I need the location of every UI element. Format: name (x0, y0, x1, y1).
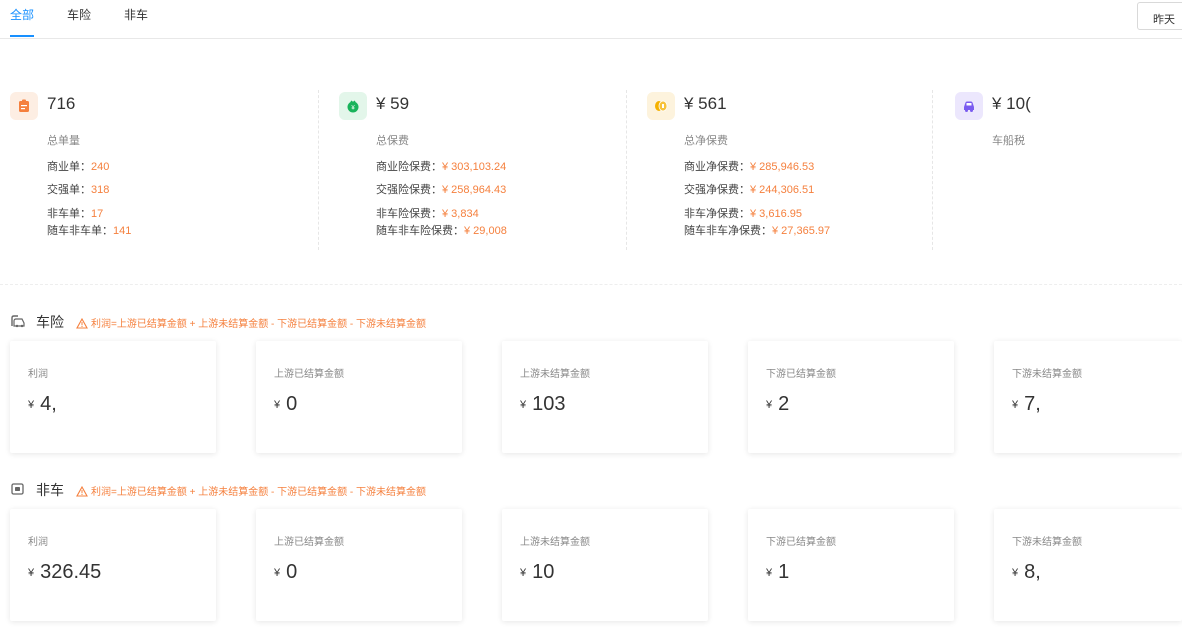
summary-line: 随车非车单：141 (47, 225, 132, 237)
stat-card-profit: 利润 ¥326.45 (10, 509, 216, 621)
section-header-non-car: 非车 利润=上游已结算金额 + 上游未结算金额 - 下游已结算金额 - 下游未结… (10, 479, 510, 499)
warning-icon (76, 485, 88, 497)
stat-card-upstream-unsettled: 上游未结算金额 ¥10 (502, 509, 708, 621)
summary-value: ¥ 561 (684, 94, 727, 113)
stat-card-upstream-unsettled: 上游未结算金额 ¥103 (502, 341, 708, 453)
stat-card-upstream-settled: 上游已结算金额 ¥0 (256, 341, 462, 453)
summary-line: 非车单：17 (47, 208, 104, 220)
clipboard-icon (10, 92, 38, 120)
card-label: 下游未结算金额 (1012, 369, 1082, 380)
summary-line: 交强险保费：¥ 258,964.43 (376, 184, 507, 196)
tab-all[interactable]: 全部 (10, 6, 34, 23)
money-bag-icon: ¥ (339, 92, 367, 120)
card-value: ¥10 (520, 561, 555, 583)
summary-total-premium: ¥ ¥ 59 总保费 商业险保费：¥ 303,103.24 交强险保费：¥ 25… (339, 88, 619, 253)
summary-line: 商业净保费：¥ 285,946.53 (684, 161, 815, 173)
card-label: 上游未结算金额 (520, 537, 590, 548)
stat-card-upstream-settled: 上游已结算金额 ¥0 (256, 509, 462, 621)
summary-line: 商业单：240 (47, 161, 110, 173)
card-label: 上游已结算金额 (274, 369, 344, 380)
stat-card-downstream-unsettled: 下游未结算金额 ¥7, (994, 341, 1182, 453)
section-title: 非车 (36, 482, 64, 498)
summary-total-orders: 716 总单量 商业单：240 交强单：318 非车单：17 随车非车单：141 (10, 88, 300, 253)
summary-vehicle-tax: ¥ 10( 车船税 (955, 88, 1040, 253)
card-value: ¥326.45 (28, 561, 102, 583)
card-label: 上游已结算金额 (274, 537, 344, 548)
stat-card-downstream-unsettled: 下游未结算金额 ¥8, (994, 509, 1182, 621)
summary-panel: 716 总单量 商业单：240 交强单：318 非车单：17 随车非车单：141… (0, 80, 1182, 285)
summary-line: 随车非车净保费：¥ 27,365.97 (684, 225, 831, 237)
stat-card-profit: 利润 ¥4, (10, 341, 216, 453)
date-filter-button[interactable]: 昨天 (1137, 2, 1182, 30)
card-label: 下游已结算金额 (766, 537, 836, 548)
summary-line: 商业险保费：¥ 303,103.24 (376, 161, 507, 173)
tab-bar: 全部 车险 非车 昨天 (0, 0, 1182, 39)
profit-formula-warning: 利润=上游已结算金额 + 上游未结算金额 - 下游已结算金额 - 下游未结算金额 (76, 315, 426, 330)
summary-line: 随车非车险保费：¥ 29,008 (376, 225, 507, 237)
card-value: ¥0 (274, 561, 298, 583)
card-label: 利润 (28, 537, 48, 548)
divider (626, 90, 627, 250)
card-label: 下游已结算金额 (766, 369, 836, 380)
summary-label: 车船税 (992, 135, 1025, 147)
summary-line: 交强净保费：¥ 244,306.51 (684, 184, 815, 196)
card-value: ¥4, (28, 393, 57, 415)
card-label: 利润 (28, 369, 48, 380)
summary-label: 总净保费 (684, 135, 728, 147)
section-header-car-insurance: 车险 利润=上游已结算金额 + 上游未结算金额 - 下游已结算金额 - 下游未结… (10, 311, 510, 331)
card-label: 下游未结算金额 (1012, 537, 1082, 548)
car-insurance-icon (11, 315, 25, 328)
card-value: ¥2 (766, 393, 790, 415)
tab-non-car[interactable]: 非车 (124, 6, 148, 23)
card-value: ¥1 (766, 561, 790, 583)
stat-card-downstream-settled: 下游已结算金额 ¥2 (748, 341, 954, 453)
summary-label: 总保费 (376, 135, 409, 147)
card-value: ¥103 (520, 393, 566, 415)
warning-icon (76, 317, 88, 329)
divider (318, 90, 319, 250)
tab-car-insurance[interactable]: 车险 (67, 6, 91, 23)
summary-line: 交强单：318 (47, 184, 110, 196)
non-car-insurance-icon (11, 483, 24, 495)
summary-net-premium: ¥ 561 总净保费 商业净保费：¥ 285,946.53 交强净保费：¥ 24… (647, 88, 927, 253)
summary-value: ¥ 10( (992, 94, 1031, 113)
card-label: 上游未结算金额 (520, 369, 590, 380)
stat-card-downstream-settled: 下游已结算金额 ¥1 (748, 509, 954, 621)
summary-label: 总单量 (47, 135, 80, 147)
summary-value: ¥ 59 (376, 94, 410, 113)
card-value: ¥7, (1012, 393, 1041, 415)
profit-formula-warning: 利润=上游已结算金额 + 上游未结算金额 - 下游已结算金额 - 下游未结算金额 (76, 483, 426, 498)
coins-icon (647, 92, 675, 120)
active-tab-indicator (10, 35, 34, 37)
car-icon (955, 92, 983, 120)
summary-line: 非车险保费：¥ 3,834 (376, 208, 479, 220)
divider (932, 90, 933, 250)
card-value: ¥8, (1012, 561, 1041, 583)
card-value: ¥0 (274, 393, 298, 415)
summary-value: 716 (47, 94, 76, 113)
summary-line: 非车净保费：¥ 3,616.95 (684, 208, 802, 220)
section-title: 车险 (36, 314, 64, 330)
